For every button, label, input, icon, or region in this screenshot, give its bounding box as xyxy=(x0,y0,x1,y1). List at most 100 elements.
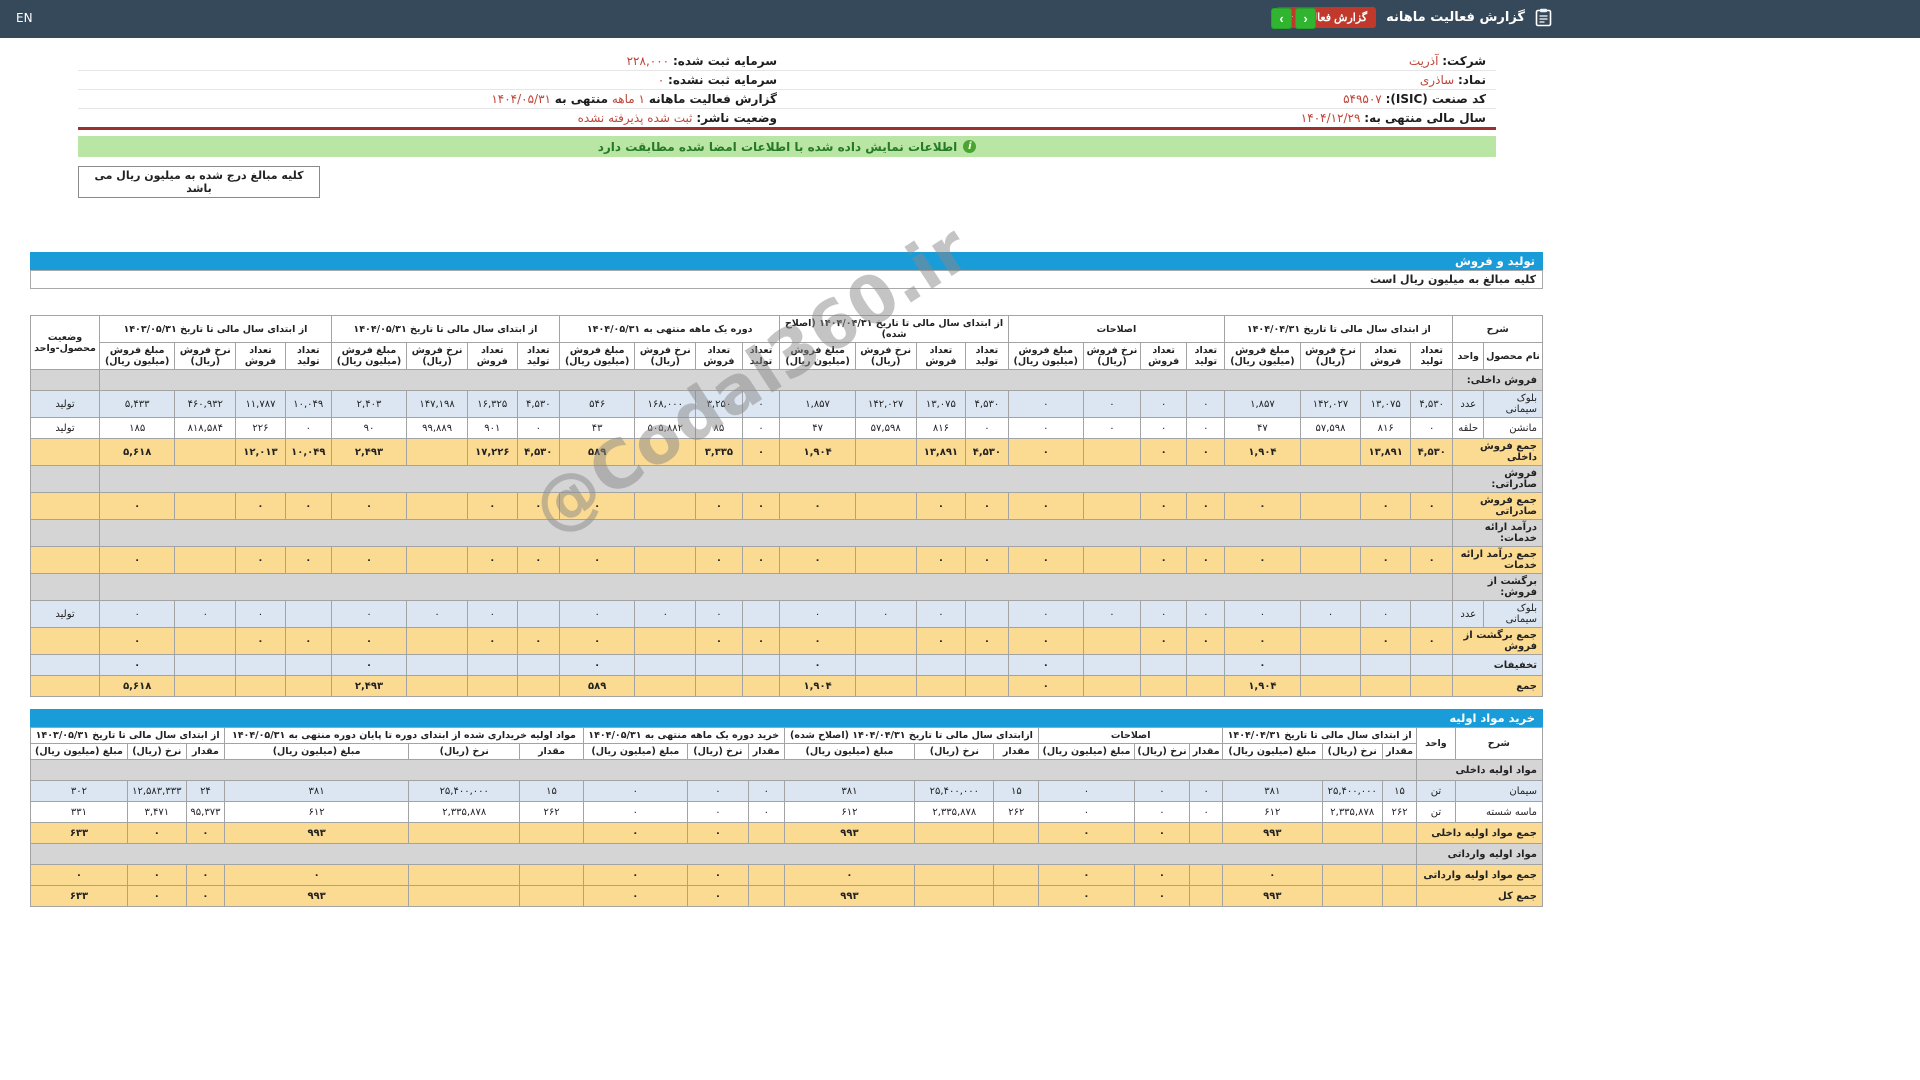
column-header: نام محصول xyxy=(1484,343,1543,370)
column-header: نرخ فروش (ریال) xyxy=(635,343,696,370)
cell: ۱۳,۸۹۱ xyxy=(916,439,966,466)
signature-notice-bar: i اطلاعات نمایش داده شده با اطلاعات امضا… xyxy=(78,136,1496,157)
cell: ۰ xyxy=(1187,547,1225,574)
company-name-link[interactable]: آذریت xyxy=(1409,54,1439,68)
cell: ۱۰,۰۴۹ xyxy=(285,391,331,418)
cell: ۰ xyxy=(1039,823,1134,844)
cell xyxy=(966,655,1008,676)
column-header: نرخ (ریال) xyxy=(127,744,186,760)
cell: ۲۵,۴۰۰,۰۰۰ xyxy=(1322,781,1382,802)
cell xyxy=(1322,865,1382,886)
cell: ۰ xyxy=(696,601,742,628)
column-header: تعداد تولید xyxy=(517,343,559,370)
cell xyxy=(31,370,100,391)
data-row: بلوک سیمانیعدد۴,۵۳۰۱۳,۰۷۵۱۴۲,۰۲۷۱,۸۵۷۰۰۰… xyxy=(31,391,1543,418)
cell: ۸۱۸,۵۸۴ xyxy=(175,418,236,439)
cell xyxy=(100,370,1453,391)
cell: ۲,۳۳۵,۸۷۸ xyxy=(409,802,520,823)
cell: ۰ xyxy=(100,655,175,676)
cell: ۰ xyxy=(1225,655,1300,676)
discount-row: تخفیفات۰۰۰۰۰۰ xyxy=(31,655,1543,676)
cell: ۵۰۵,۸۸۲ xyxy=(635,418,696,439)
column-header: مقدار xyxy=(748,744,784,760)
cell: ۴۷ xyxy=(780,418,855,439)
cell: ۰ xyxy=(916,628,966,655)
column-header: نرخ (ریال) xyxy=(1134,744,1190,760)
cell: ۵۴۶ xyxy=(560,391,635,418)
cell: ۰ xyxy=(1225,493,1300,520)
cell xyxy=(31,466,100,493)
cell xyxy=(285,676,331,697)
info-label: شرکت: xyxy=(1442,54,1486,68)
cell: ۹۹,۸۸۹ xyxy=(407,418,468,439)
cell: ۵۷,۵۹۸ xyxy=(855,418,916,439)
cell xyxy=(409,886,520,907)
cell: ۰ xyxy=(1361,493,1411,520)
cell xyxy=(407,439,468,466)
cell: ۳,۲۵۰ xyxy=(696,391,742,418)
next-report-button[interactable]: › xyxy=(1295,8,1316,29)
company-info-row: کد صنعت (ISIC): ۵۴۹۵۰۷ گزارش فعالیت ماها… xyxy=(78,90,1496,109)
cell: ۵,۴۳۳ xyxy=(100,391,175,418)
cell: ۰ xyxy=(560,493,635,520)
cell: ۱۱,۷۸۷ xyxy=(236,391,286,418)
column-header: تعداد فروش xyxy=(1361,343,1411,370)
info-icon: i xyxy=(963,140,976,153)
cell: ۰ xyxy=(1134,802,1190,823)
cell: ۴,۵۳۰ xyxy=(966,391,1008,418)
cell: ۳۰۲ xyxy=(31,781,128,802)
prev-report-button[interactable]: ‹ xyxy=(1271,8,1292,29)
cell: ۰ xyxy=(780,655,855,676)
cell xyxy=(1190,886,1223,907)
cell: ۲,۴۹۳ xyxy=(331,439,406,466)
chevron-left-icon: ‹ xyxy=(1279,11,1283,26)
cell xyxy=(175,439,236,466)
cell xyxy=(285,655,331,676)
cell xyxy=(635,628,696,655)
column-header: نرخ فروش (ریال) xyxy=(1300,343,1361,370)
info-value: ساذری xyxy=(1420,73,1454,87)
cell xyxy=(31,547,100,574)
cell: ۹۰ xyxy=(331,418,406,439)
cell xyxy=(31,844,1417,865)
cell: ۴,۵۳۰ xyxy=(966,439,1008,466)
info-label: منتهی به xyxy=(555,92,608,106)
cell: ۰ xyxy=(560,628,635,655)
cell xyxy=(855,547,916,574)
sum-row: جمع فروش داخلی۴,۵۳۰۱۳,۸۹۱۱,۹۰۴۰۰۰۴,۵۳۰۱۳… xyxy=(31,439,1543,466)
cell: ۰ xyxy=(1187,391,1225,418)
product-name: ماسه شسته xyxy=(1455,802,1542,823)
cell: درآمد ارائه خدمات: xyxy=(1453,520,1543,547)
cell: ۰ xyxy=(1008,655,1083,676)
cell: ۰ xyxy=(1008,547,1083,574)
cell: ۴,۵۳۰ xyxy=(517,439,559,466)
cell xyxy=(1322,886,1382,907)
cell xyxy=(520,823,583,844)
cell: حلقه xyxy=(1453,418,1484,439)
product-name: سیمان xyxy=(1455,781,1542,802)
cell xyxy=(409,865,520,886)
sum-row: جمع مواد اولیه وارداتی۰۰۰۰۰۰۰۰۰۰ xyxy=(31,865,1543,886)
column-header: تعداد فروش xyxy=(236,343,286,370)
column-header: دوره یک ماهه منتهی به ۱۴۰۴/۰۵/۳۱ xyxy=(560,316,780,343)
top-bar: گزارش فعالیت ماهانه گزارش فعالیت ‹ › EN xyxy=(0,0,1920,38)
cell: ۰ xyxy=(1140,418,1186,439)
cell: ۰ xyxy=(1300,601,1361,628)
column-header: تعداد تولید xyxy=(742,343,780,370)
cell: ۰ xyxy=(1134,823,1190,844)
cell xyxy=(855,655,916,676)
cell: ۰ xyxy=(186,886,225,907)
cell: ۹۹۳ xyxy=(225,823,409,844)
column-header: واحد xyxy=(1453,343,1484,370)
company-info-cell-right: نماد: ساذری xyxy=(787,71,1496,90)
section-row: مواد اولیه داخلی xyxy=(31,760,1543,781)
cell: ۰ xyxy=(687,865,748,886)
cell: ۰ xyxy=(784,865,915,886)
cell: جمع برگشت از فروش xyxy=(1453,628,1543,655)
cell xyxy=(1083,628,1140,655)
language-switch-en[interactable]: EN xyxy=(16,11,33,25)
info-value: ۱۴۰۴/۱۲/۲۹ xyxy=(1301,111,1361,125)
cell xyxy=(1410,676,1452,697)
cell: ۰ xyxy=(236,628,286,655)
sum-row: جمع فروش صادراتی۰۰۰۰۰۰۰۰۰۰۰۰۰۰۰۰۰۰ xyxy=(31,493,1543,520)
